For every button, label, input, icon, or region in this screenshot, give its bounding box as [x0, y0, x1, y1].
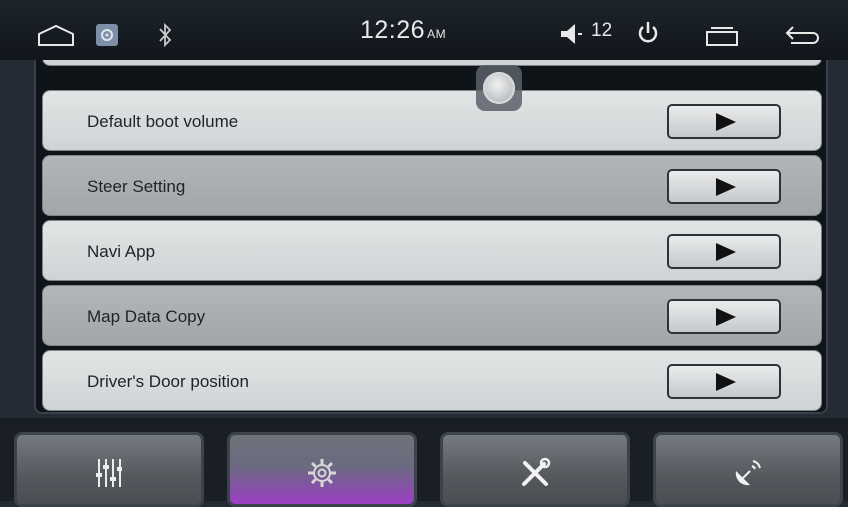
clock: 12:26 AM — [360, 16, 446, 45]
tools-icon — [522, 457, 551, 486]
volume-level: 12 — [591, 20, 613, 41]
list-item-map-data-copy[interactable]: Map Data Copy — [42, 285, 822, 346]
list-item-partial[interactable] — [42, 60, 822, 66]
list-item-label: Default boot volume — [87, 112, 239, 131]
home-icon[interactable] — [37, 24, 75, 46]
arrow-button[interactable] — [667, 364, 781, 399]
clock-time: 12:26 — [360, 16, 426, 44]
play-arrow-icon — [716, 178, 736, 196]
satellite-dish-icon — [735, 460, 761, 486]
list-item-drivers-door-position[interactable]: Driver's Door position Left — [42, 350, 822, 411]
settings-app-icon[interactable] — [96, 24, 118, 46]
gear-icon — [308, 459, 336, 487]
list-item-label: Navi App — [87, 242, 156, 261]
back-icon[interactable] — [785, 24, 823, 46]
tab-satellite[interactable] — [653, 432, 843, 507]
list-item-label: Steer Setting — [87, 177, 186, 196]
recent-apps-icon[interactable] — [705, 25, 739, 47]
arrow-button[interactable] — [667, 299, 781, 334]
arrow-button[interactable] — [667, 169, 781, 204]
tab-equalizer[interactable] — [14, 432, 204, 507]
list-item-steer-setting[interactable]: Steer Setting — [42, 155, 822, 216]
status-bar: 12:26 AM 12 — [0, 0, 848, 60]
assistive-ball-icon — [483, 72, 515, 104]
play-arrow-icon — [716, 113, 736, 131]
tab-tools[interactable] — [440, 432, 630, 507]
play-arrow-icon — [716, 308, 736, 326]
bottom-tab-bar — [0, 418, 848, 507]
list-item-label: Driver's Door position — [87, 372, 249, 391]
arrow-button[interactable] — [667, 104, 781, 139]
bluetooth-icon — [159, 22, 172, 48]
list-item-navi-app[interactable]: Navi App iGO — [42, 220, 822, 281]
volume-icon[interactable] — [558, 22, 584, 46]
list-item-label: Map Data Copy — [87, 307, 206, 326]
equalizer-icon — [96, 459, 122, 487]
clock-ampm: AM — [427, 27, 447, 41]
tab-settings[interactable] — [227, 432, 417, 507]
arrow-button[interactable] — [667, 234, 781, 269]
power-icon[interactable] — [637, 21, 659, 45]
settings-list[interactable]: Default boot volume 12 Steer Setting Nav… — [42, 60, 822, 412]
play-arrow-icon — [716, 243, 736, 261]
floating-assistive-button[interactable] — [476, 65, 522, 111]
list-item-default-boot-volume[interactable]: Default boot volume 12 — [42, 90, 822, 151]
play-arrow-icon — [716, 373, 736, 391]
